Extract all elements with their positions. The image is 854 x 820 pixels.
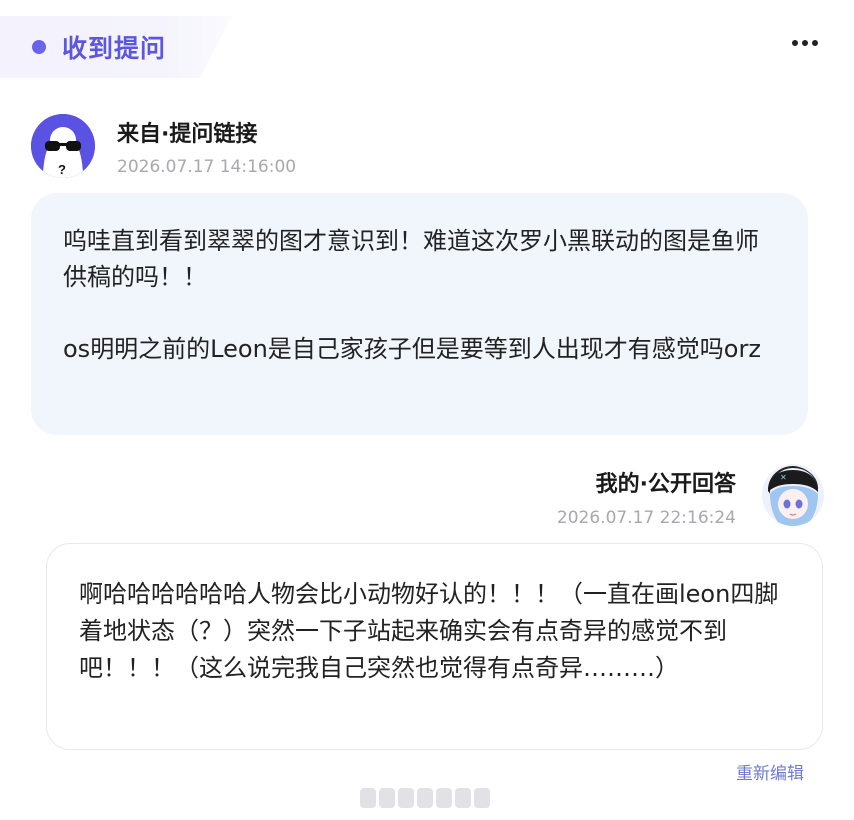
more-options-icon[interactable]: [790, 34, 820, 52]
question-bubble: 呜哇直到看到翠翠的图才意识到！难道这次罗小黑联动的图是鱼师供稿的吗！！ os明明…: [31, 193, 808, 435]
user-avatar-icon[interactable]: ✕: [762, 464, 824, 526]
question-sender: 来自·提问链接: [117, 122, 258, 147]
question-paragraph: 呜哇直到看到翠翠的图才意识到！难道这次罗小黑联动的图是鱼师供稿的吗！！: [63, 227, 759, 291]
question-paragraph: os明明之前的Leon是自己家孩子但是要等到人出现才有感觉吗orz: [63, 335, 761, 363]
reedit-link[interactable]: 重新编辑: [736, 759, 804, 784]
question-time: 2026.07.17 14:16:00: [117, 157, 297, 177]
watermark: [360, 786, 494, 810]
svg-text:?: ?: [58, 162, 66, 177]
answer-label: 我的·公开回答: [595, 472, 736, 497]
answer-time: 2026.07.17 22:16:24: [556, 508, 736, 528]
svg-text:✕: ✕: [780, 473, 787, 482]
tag-label: 收到提问: [62, 34, 167, 63]
anonymous-avatar-icon: ?: [31, 114, 95, 178]
answer-bubble: 啊哈哈哈哈哈哈人物会比小动物好认的！！！（一直在画leon四脚着地状态（？）突然…: [46, 543, 823, 750]
received-question-tag: 收到提问: [0, 16, 232, 78]
tag-dot-icon: [32, 40, 46, 54]
